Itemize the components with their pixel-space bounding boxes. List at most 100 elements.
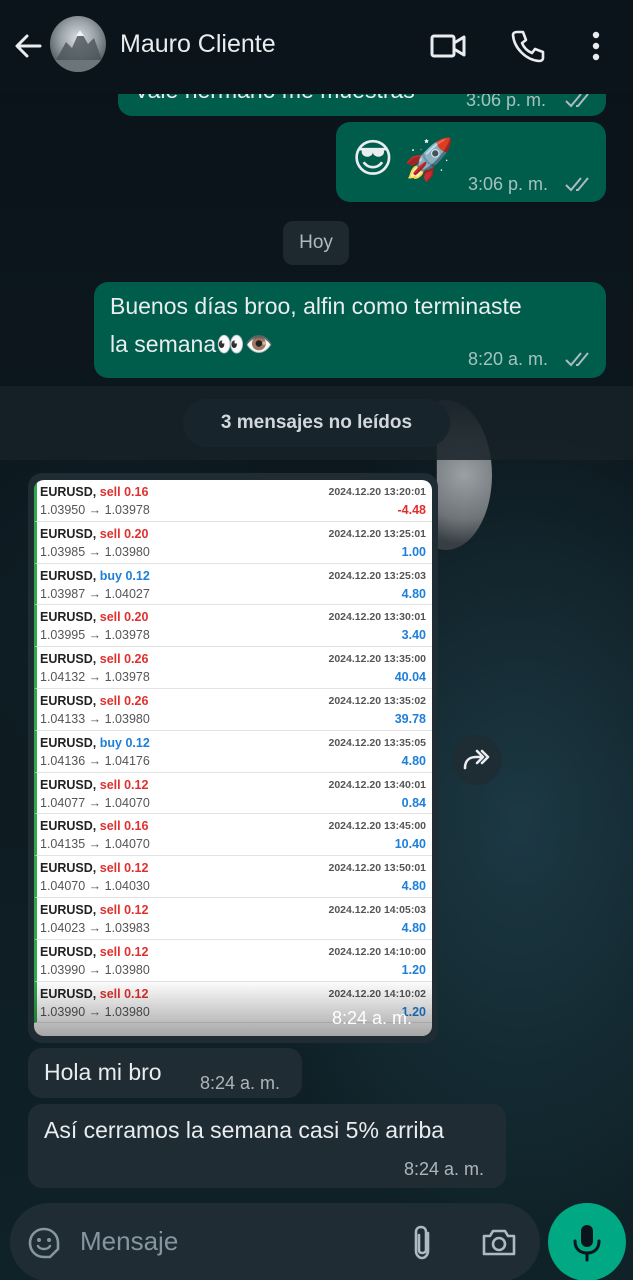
trade-symbol-text: EURUSD,	[40, 526, 97, 541]
trade-row: EURUSD, sell 0.16 1.04135 → 1.04070 2024.1…	[34, 814, 432, 857]
trade-profit: 1.20	[401, 962, 426, 977]
trade-row: EURUSD, sell 0.26 1.04132 → 1.03978 2024.1…	[34, 647, 432, 689]
message-text: Así cerramos la semana casi 5% arriba	[44, 1117, 445, 1143]
message-bubble-incoming[interactable]: Así cerramos la semana casi 5% arriba 8:…	[28, 1104, 506, 1188]
trade-prices: 1.04133 → 1.03980	[40, 711, 150, 726]
trade-lot: 0.12	[124, 777, 149, 792]
trade-profit: 4.80	[401, 586, 426, 601]
read-ticks-icon	[565, 177, 589, 192]
trade-row: EURUSD, sell 0.16 1.03950 → 1.03978 2024.1…	[34, 480, 432, 522]
trade-date: 2024.12.20 13:35:02	[328, 694, 427, 707]
back-arrow-icon[interactable]	[10, 28, 46, 64]
trade-lot: 0.12	[125, 735, 150, 750]
message-time: 3:06 p. m.	[468, 174, 549, 194]
trade-symbol: EURUSD, sell 0.12	[40, 903, 148, 917]
trade-type: sell	[99, 610, 121, 625]
trade-symbol-text: EURUSD,	[40, 902, 97, 917]
trade-symbol-text: EURUSD,	[40, 777, 97, 792]
message-time: 8:24 a. m.	[332, 1008, 413, 1028]
video-call-icon[interactable]	[428, 26, 468, 66]
emoji-sunglasses: 😎	[352, 137, 394, 181]
trade-profit: -4.48	[397, 503, 427, 517]
attach-icon[interactable]	[405, 1223, 441, 1263]
trade-prices: 1.03985 → 1.03980	[40, 544, 150, 559]
trade-row: EURUSD, sell 0.26 1.04133 → 1.03980 2024.1…	[34, 688, 432, 731]
trade-type: sell	[99, 861, 121, 876]
trade-prices: 1.04077 → 1.04070	[40, 795, 150, 810]
trade-lot: 0.16	[124, 485, 149, 499]
trade-date: 2024.12.20 14:10:00	[328, 945, 427, 958]
message-bubble-incoming[interactable]: Hola mi bro 8:24 a. m.	[28, 1048, 302, 1098]
forward-button[interactable]	[452, 735, 502, 785]
trade-symbol-text: EURUSD,	[40, 568, 97, 583]
trade-symbol: EURUSD, sell 0.26	[40, 652, 148, 666]
trade-type: buy	[99, 568, 122, 583]
contact-name[interactable]: Mauro Cliente	[120, 30, 276, 59]
trade-prices: 1.04135 → 1.04070	[40, 837, 150, 852]
trade-symbol: EURUSD, sell 0.12	[40, 861, 148, 875]
trade-type: sell	[99, 485, 121, 499]
trade-prices: 1.03990 → 1.03980	[40, 962, 150, 977]
trade-date: 2024.12.20 14:05:03	[328, 903, 427, 916]
trade-date: 2024.12.20 13:25:03	[328, 569, 427, 582]
trade-lot: 0.12	[124, 861, 149, 876]
camera-icon[interactable]	[480, 1224, 518, 1260]
trade-date: 2024.12.20 13:30:01	[328, 611, 427, 624]
trade-row: EURUSD, sell 0.12 1.04023 → 1.03983 2024.1…	[34, 897, 432, 940]
trade-lot: 0.12	[125, 568, 150, 583]
trade-symbol: EURUSD, sell 0.16	[40, 485, 148, 499]
trade-type: sell	[99, 526, 121, 541]
trade-profit: 4.80	[401, 879, 426, 894]
message-text-line1: Buenos días broo, alfin como terminaste	[110, 293, 522, 319]
emoji-rocket: 🚀	[404, 138, 454, 182]
trade-type: sell	[99, 902, 121, 917]
message-text-line2: la semana👀👁️	[110, 331, 274, 357]
mic-icon	[573, 1225, 601, 1262]
trade-prices: 1.03950 → 1.03978	[40, 503, 150, 517]
message-bubble-outgoing[interactable]: Buenos días broo, alfin como terminaste …	[94, 282, 606, 378]
message-text: Hola mi bro	[44, 1059, 162, 1085]
trade-date: 2024.12.20 13:20:01	[328, 486, 427, 498]
trade-symbol: EURUSD, buy 0.12	[40, 569, 150, 583]
trade-date: 2024.12.20 13:25:01	[328, 527, 427, 540]
trade-history-image[interactable]: EURUSD, sell 0.16 1.03950 → 1.03978 2024.1…	[34, 480, 432, 1036]
trade-profit: 1.00	[401, 544, 426, 559]
trade-type: sell	[99, 652, 121, 667]
trade-type: sell	[99, 777, 121, 792]
trade-profit: 10.40	[394, 837, 426, 852]
trade-prices: 1.03987 → 1.04027	[40, 586, 150, 601]
more-vert-icon[interactable]	[576, 26, 616, 66]
trade-symbol-text: EURUSD,	[40, 693, 97, 708]
trade-prices: 1.04023 → 1.03983	[40, 920, 150, 935]
trade-row: EURUSD, sell 0.20 1.03995 → 1.03978 2024.1…	[34, 605, 432, 648]
message-time: 8:20 a. m.	[468, 349, 549, 369]
trade-prices: 1.03995 → 1.03978	[40, 628, 150, 643]
trade-row: EURUSD, buy 0.12 1.03987 → 1.04027 2024.12…	[34, 563, 432, 606]
contact-avatar[interactable]	[50, 16, 106, 72]
trade-symbol-text: EURUSD,	[40, 944, 97, 959]
trade-profit: 40.04	[394, 670, 426, 685]
trade-prices: 1.04132 → 1.03978	[40, 670, 150, 685]
message-input-placeholder[interactable]: Mensaje	[80, 1226, 178, 1257]
trade-symbol: EURUSD, sell 0.12	[40, 778, 148, 792]
mic-button[interactable]	[548, 1203, 626, 1280]
trade-profit: 4.80	[401, 753, 426, 768]
trade-profit: 39.78	[394, 711, 426, 726]
trade-lot: 0.26	[124, 693, 149, 708]
trade-symbol-text: EURUSD,	[40, 819, 97, 834]
header-divider	[0, 90, 633, 94]
message-bubble-outgoing[interactable]: 😎 🚀 3:06 p. m.	[336, 122, 606, 202]
trade-symbol: EURUSD, sell 0.20	[40, 527, 148, 541]
trade-row: EURUSD, sell 0.12 1.04077 → 1.04070 2024.1…	[34, 772, 432, 815]
trade-date: 2024.12.20 13:40:01	[328, 778, 427, 791]
trade-row: EURUSD, buy 0.12 1.04136 → 1.04176 2024.12…	[34, 730, 432, 773]
trade-lot: 0.16	[124, 819, 149, 834]
trade-type: sell	[99, 819, 121, 834]
phone-call-icon[interactable]	[508, 26, 548, 66]
trade-date: 2024.12.20 13:35:00	[328, 653, 427, 666]
trade-prices: 1.04136 → 1.04176	[40, 753, 150, 768]
trade-lot: 0.20	[124, 610, 149, 625]
trade-date: 2024.12.20 13:50:01	[328, 862, 427, 875]
emoji-sticker-icon[interactable]	[26, 1225, 62, 1261]
trade-lot: 0.26	[124, 652, 149, 667]
